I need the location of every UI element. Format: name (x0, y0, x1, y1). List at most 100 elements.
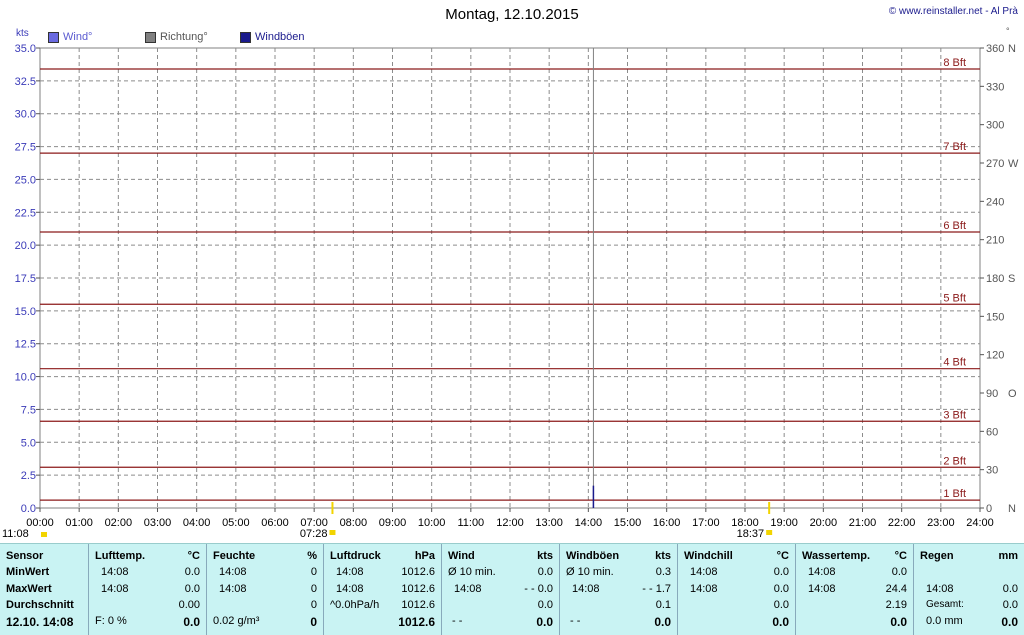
y-left-unit: kts (16, 28, 29, 39)
y-left-tick-label: 12.5 (15, 339, 36, 351)
x-tick-label: 13:00 (535, 517, 563, 529)
gusts-avg10-value: 0.3 (655, 566, 671, 578)
pressure-max-time: 14:08 (336, 583, 364, 595)
beaufort-label: 4 Bft (943, 357, 966, 369)
airtemp-max-time: 14:08 (101, 583, 129, 595)
y-right-direction-label: W (1008, 158, 1019, 170)
airtemp-min-time: 14:08 (101, 566, 129, 578)
rain-max-time: 14:08 (926, 583, 954, 595)
wind-unit: kts (537, 550, 553, 562)
y-right-direction-label: O (1008, 388, 1017, 400)
x-tick-label: 15:00 (614, 517, 642, 529)
y-left-tick-label: 25.0 (15, 174, 36, 186)
sensor-max-label: MaxWert (6, 583, 52, 595)
humidity-avg-value: 0 (310, 599, 317, 611)
watertemp-unit: °C (894, 550, 907, 562)
statistics-panel: Sensor MinWert MaxWert Durchschnitt 12.1… (0, 543, 1024, 635)
y-right-tick-label: 30 (986, 465, 998, 477)
legend-gusts-label: Windböen (255, 31, 305, 43)
x-tick-label: 23:00 (927, 517, 955, 529)
y-right-direction-label: S (1008, 273, 1015, 285)
beaufort-label: 8 Bft (943, 57, 966, 69)
sensor-current-label: 12.10. 14:08 (6, 615, 74, 629)
y-left-tick-label: 27.5 (15, 142, 36, 154)
x-tick-label: 14:00 (575, 517, 603, 529)
legend-wind-label: Wind° (63, 31, 93, 43)
y-left-tick-label: 35.0 (15, 43, 36, 55)
watertemp-min-time: 14:08 (808, 566, 836, 578)
legend-direction: Richtung° (145, 31, 208, 43)
pressure-trend: ^0.0hPa/h (330, 599, 380, 611)
beaufort-label: 1 Bft (943, 488, 966, 500)
x-tick-label: 06:00 (261, 517, 289, 529)
wind-current-value: 0.0 (536, 615, 553, 629)
legend-wind-swatch (48, 31, 59, 43)
beaufort-label: 7 Bft (943, 141, 966, 153)
x-tick-label: 17:00 (692, 517, 720, 529)
windchill-header: Windchill (684, 550, 733, 562)
y-left-tick-label: 0.0 (21, 503, 36, 515)
sensor-header: Sensor (6, 550, 44, 562)
x-tick-label: 22:00 (888, 517, 916, 529)
x-tick-label: 10:00 (418, 517, 446, 529)
airtemp-header: Lufttemp. (95, 550, 146, 562)
chart-title: Montag, 12.10.2015 (445, 6, 579, 23)
pressure-min-value: 1012.6 (401, 566, 435, 578)
legend-gusts: Windböen (240, 31, 305, 43)
y-right-tick-label: 0 (986, 503, 992, 515)
beaufort-label: 5 Bft (943, 292, 966, 304)
windchill-max-time: 14:08 (690, 583, 718, 595)
x-tick-label: 02:00 (105, 517, 133, 529)
rain-current-value: 0.0 (1001, 615, 1018, 629)
stats-wind-column: Wind kts Ø 10 min. 0.0 14:08 - - 0.0 0.0 - … (442, 544, 559, 635)
y-left-tick-label: 5.0 (21, 437, 36, 449)
y-left-tick-label: 2.5 (21, 470, 36, 482)
wind-current-direction: - - (452, 615, 463, 627)
sensor-avg-label: Durchschnitt (6, 599, 74, 611)
y-right-tick-label: 90 (986, 388, 998, 400)
x-tick-label: 11:00 (457, 517, 484, 529)
humidity-unit: % (307, 550, 317, 562)
stats-pressure-column: Luftdruck hPa 14:08 1012.6 14:08 1012.6 ^0.… (324, 544, 441, 635)
y-right-direction-label: N (1008, 503, 1016, 515)
sunset-sun-icon (766, 530, 773, 535)
airtemp-unit: °C (187, 550, 200, 562)
humidity-header: Feuchte (213, 550, 256, 562)
x-tick-label: 05:00 (222, 517, 250, 529)
wind-chart: 00:00 01:00 02:00 03:00 04:00 05:00 06:00 07:00… (2, 26, 1019, 540)
wind-header: Wind (448, 550, 475, 562)
stats-windchill-column: Windchill °C 14:08 0.0 14:08 0.0 0.0 0.0 (678, 544, 795, 635)
pressure-avg-value: 1012.6 (401, 599, 435, 611)
stats-watertemp-column: Wassertemp. °C 14:08 0.0 14:08 24.4 2.19 0.… (796, 544, 913, 635)
windchill-min-value: 0.0 (773, 566, 789, 578)
stats-airtemp-column: Lufttemp. °C 14:08 0.0 14:08 0.0 0.00 F: 0 … (89, 544, 206, 635)
airtemp-avg-value: 0.00 (178, 599, 200, 611)
x-tick-label: 00:00 (26, 517, 54, 529)
pressure-header: Luftdruck (330, 550, 381, 562)
windchill-current-value: 0.0 (772, 615, 789, 629)
legend-direction-swatch (145, 31, 156, 43)
windchill-avg-value: 0.0 (773, 599, 789, 611)
stats-sensor-column: Sensor MinWert MaxWert Durchschnitt 12.1… (0, 544, 88, 635)
gusts-max-time: 14:08 (572, 583, 600, 595)
stats-humidity-column: Feuchte% 14:08 0 14:08 0 0 0.02 g/m³ 0 (207, 544, 323, 635)
airtemp-min-value: 0.0 (184, 566, 200, 578)
watertemp-max-value: 24.4 (885, 583, 907, 595)
x-tick-label: 19:00 (770, 517, 798, 529)
watertemp-header: Wassertemp. (802, 550, 871, 562)
y-right-tick-label: 270 (986, 158, 1004, 170)
x-tick-label: 20:00 (810, 517, 838, 529)
legend-wind: Wind° (48, 31, 92, 43)
watertemp-avg-value: 2.19 (885, 599, 907, 611)
humidity-max-time: 14:08 (219, 583, 247, 595)
y-right-tick-label: 210 (986, 235, 1004, 247)
copyright-link[interactable]: © www.reinstaller.net - Al Prà (889, 6, 1018, 17)
daylength-label: 11:08 (2, 528, 29, 540)
legend-gusts-swatch (240, 31, 251, 43)
y-left-tick-label: 30.0 (15, 109, 36, 121)
airtemp-current-value: 0.0 (183, 615, 200, 629)
watertemp-current-value: 0.0 (890, 615, 907, 629)
y-right-tick-label: 60 (986, 426, 998, 438)
sunset-time: 18:37 (737, 528, 765, 540)
rain-current-amount: 0.0 mm (926, 615, 963, 627)
